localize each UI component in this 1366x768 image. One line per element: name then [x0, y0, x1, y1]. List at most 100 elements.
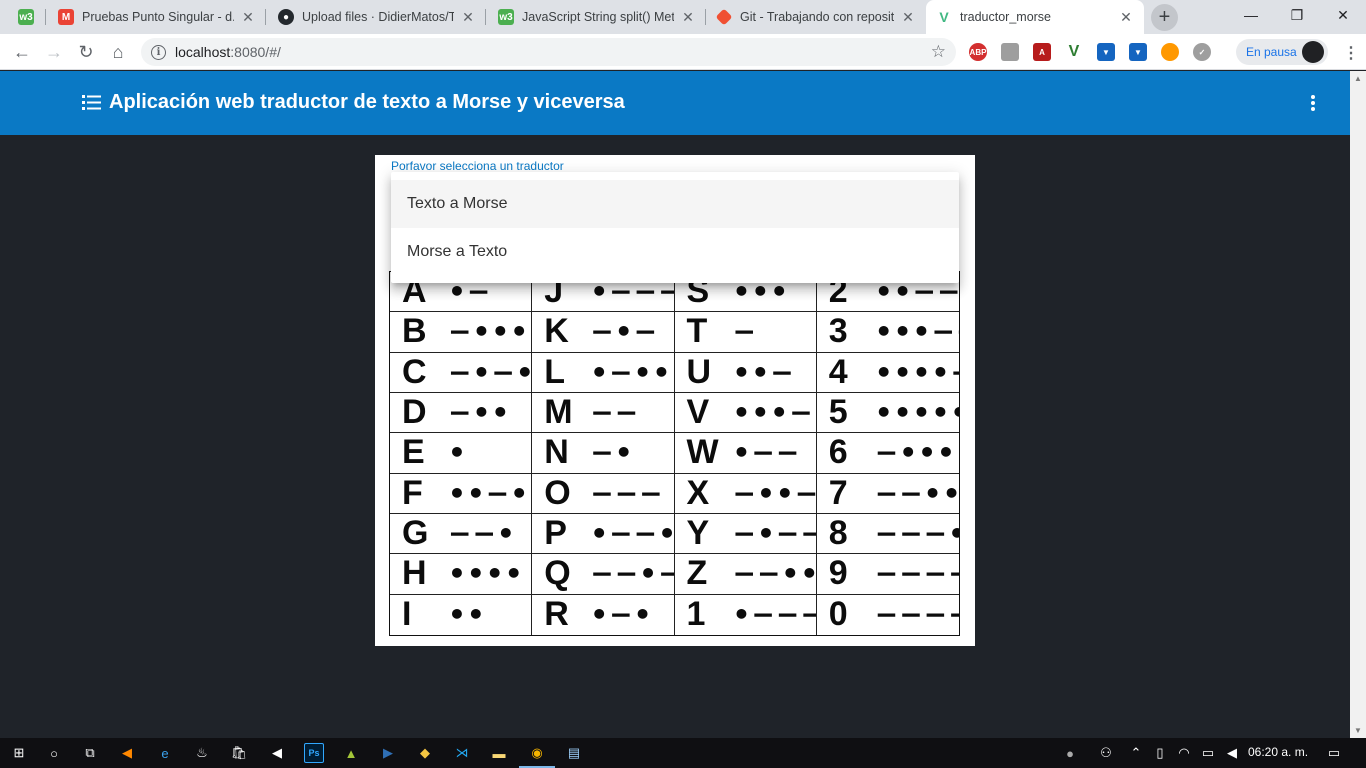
chevron-up-icon[interactable]: ⌃ [1126, 743, 1146, 763]
bookmark-extension-icon-2[interactable]: ▼ [1129, 43, 1147, 61]
volume-icon[interactable]: ◀ [1222, 743, 1242, 763]
morse-char: D [402, 393, 427, 432]
close-icon[interactable]: ✕ [900, 9, 916, 26]
list-icon[interactable] [82, 95, 101, 110]
browser-menu-icon[interactable]: ⋮ [1343, 43, 1359, 63]
close-icon[interactable]: ✕ [240, 9, 256, 26]
emoji-extension-icon[interactable] [1161, 43, 1179, 61]
morse-cell: 7 −−••• [816, 474, 959, 514]
reload-button[interactable]: ↻ [73, 39, 99, 65]
morse-cell: 5 ••••• [816, 393, 959, 434]
browser-toolbar: ← → ↻ ⌂ i localhost:8080/#/ ☆ ABP A V ▼ … [0, 34, 1366, 70]
close-icon[interactable]: ✕ [1118, 9, 1134, 26]
morse-char: 9 [828, 554, 848, 593]
translator-select-menu[interactable]: Texto a Morse Morse a Texto [391, 172, 959, 283]
morse-code: ••− [732, 355, 795, 389]
close-icon[interactable]: ✕ [460, 9, 476, 26]
android-icon[interactable]: ▲ [341, 743, 361, 763]
edge-icon[interactable]: e [155, 743, 175, 763]
app-title: Aplicación web traductor de texto a Mors… [109, 91, 625, 113]
option-morse-a-texto[interactable]: Morse a Texto [391, 228, 959, 276]
git-app-icon[interactable]: ◆ [415, 743, 435, 763]
morse-char: 6 [828, 433, 848, 472]
morse-code: −•• [448, 396, 511, 430]
morse-char: 3 [828, 312, 848, 351]
morse-code: ••••− [874, 355, 959, 389]
close-window-button[interactable]: ✕ [1320, 0, 1366, 30]
vlc-icon[interactable]: ◀ [117, 743, 137, 763]
search-icon[interactable]: ○ [44, 743, 64, 763]
shield-icon[interactable] [1001, 43, 1019, 61]
pdf-icon[interactable]: A [1033, 43, 1051, 61]
tab-gmail[interactable]: M Pruebas Punto Singular - d.m ✕ [48, 0, 266, 34]
wifi-icon[interactable]: ◠ [1174, 743, 1194, 763]
morse-code: ••−• [448, 476, 530, 510]
page-scrollbar[interactable]: ▲ ▼ [1350, 71, 1366, 738]
morse-char: Y [686, 514, 710, 553]
store-icon[interactable]: 🛍 [229, 743, 249, 763]
morse-cell: G −−• [390, 513, 533, 555]
tab-git[interactable]: Git - Trabajando con reposito ✕ [708, 0, 926, 34]
morse-char: T [686, 312, 708, 351]
forward-button[interactable]: → [41, 39, 67, 65]
home-button[interactable]: ⌂ [105, 39, 131, 65]
morse-cell: 3 •••−− [816, 312, 959, 353]
usb-icon[interactable]: ▯ [1150, 743, 1170, 763]
chrome-icon[interactable]: ◉ [519, 743, 555, 768]
option-texto-a-morse[interactable]: Texto a Morse [391, 180, 959, 228]
restore-button[interactable]: ❐ [1274, 0, 1320, 30]
new-tab-button[interactable]: + [1151, 4, 1178, 31]
morse-char: L [544, 352, 566, 391]
tab-github[interactable]: ● Upload files · DidierMatos/Tr ✕ [268, 0, 486, 34]
adblock-icon[interactable]: ABP [969, 43, 987, 61]
user-icon[interactable]: ● [1060, 743, 1080, 763]
address-bar[interactable]: i localhost:8080/#/ ☆ [141, 38, 956, 66]
photoshop-icon[interactable]: Ps [304, 743, 324, 763]
taskbar-clock[interactable]: 06:20 a. m. [1248, 745, 1308, 759]
tab-w3schools[interactable]: w3 [8, 0, 46, 34]
scroll-down-icon[interactable]: ▼ [1354, 726, 1362, 735]
back-button[interactable]: ← [9, 39, 35, 65]
morse-char: P [544, 514, 567, 553]
task-view-icon[interactable]: ⧉ [80, 743, 100, 763]
vue-devtools-icon[interactable]: V [1065, 43, 1083, 61]
battery-icon[interactable]: ▭ [1198, 743, 1218, 763]
morse-cell: H •••• [390, 554, 533, 595]
morse-cell: D −•• [390, 392, 533, 434]
check-extension-icon[interactable]: ✓ [1193, 43, 1211, 61]
sound-app-icon[interactable]: ◀ [267, 743, 287, 763]
vscode-icon[interactable]: ⋊ [452, 743, 472, 763]
powershell-icon[interactable]: ▶ [378, 743, 398, 763]
more-vert-icon[interactable] [1307, 94, 1319, 112]
windows-start-icon[interactable]: ⊞ [9, 743, 29, 763]
tab-js-split[interactable]: w3 JavaScript String split() Meth ✕ [488, 0, 706, 34]
people-icon[interactable]: ⚇ [1096, 743, 1116, 763]
close-icon[interactable]: ✕ [680, 9, 696, 26]
morse-cell: 9 −−−−• [816, 554, 959, 595]
morse-code: − [732, 315, 757, 349]
morse-char: R [544, 595, 569, 634]
morse-code: •••−− [874, 315, 959, 349]
notifications-icon[interactable]: ▭ [1324, 743, 1344, 763]
select-label: Porfavor selecciona un traductor [391, 159, 564, 173]
file-explorer-icon[interactable]: ▬ [489, 743, 509, 763]
morse-char: O [544, 473, 571, 512]
morse-cell: Z −−•• [674, 554, 817, 595]
bookmark-extension-icon[interactable]: ▼ [1097, 43, 1115, 61]
tab-traductor-morse[interactable]: V traductor_morse ✕ [926, 0, 1144, 34]
morse-code: •−−• [590, 517, 675, 551]
morse-code-table: A•−J•−−−S•••2••−−−B−•••K−•−T−3•••−−C−•−•… [389, 271, 960, 636]
minimize-button[interactable]: — [1228, 0, 1274, 30]
morse-cell: R •−• [532, 594, 675, 635]
morse-cell: 0 −−−−− [817, 595, 959, 635]
scroll-up-icon[interactable]: ▲ [1354, 74, 1362, 83]
morse-char: E [402, 433, 425, 472]
bookmark-star-icon[interactable]: ☆ [931, 42, 946, 62]
steam-icon[interactable]: ♨ [192, 743, 212, 763]
url-path: :8080/#/ [230, 44, 281, 60]
avatar [1302, 41, 1324, 63]
notepad-icon[interactable]: ▤ [564, 743, 584, 763]
info-icon[interactable]: i [151, 44, 166, 60]
morse-char: Q [544, 554, 571, 593]
profile-button[interactable]: En pausa [1236, 39, 1328, 65]
